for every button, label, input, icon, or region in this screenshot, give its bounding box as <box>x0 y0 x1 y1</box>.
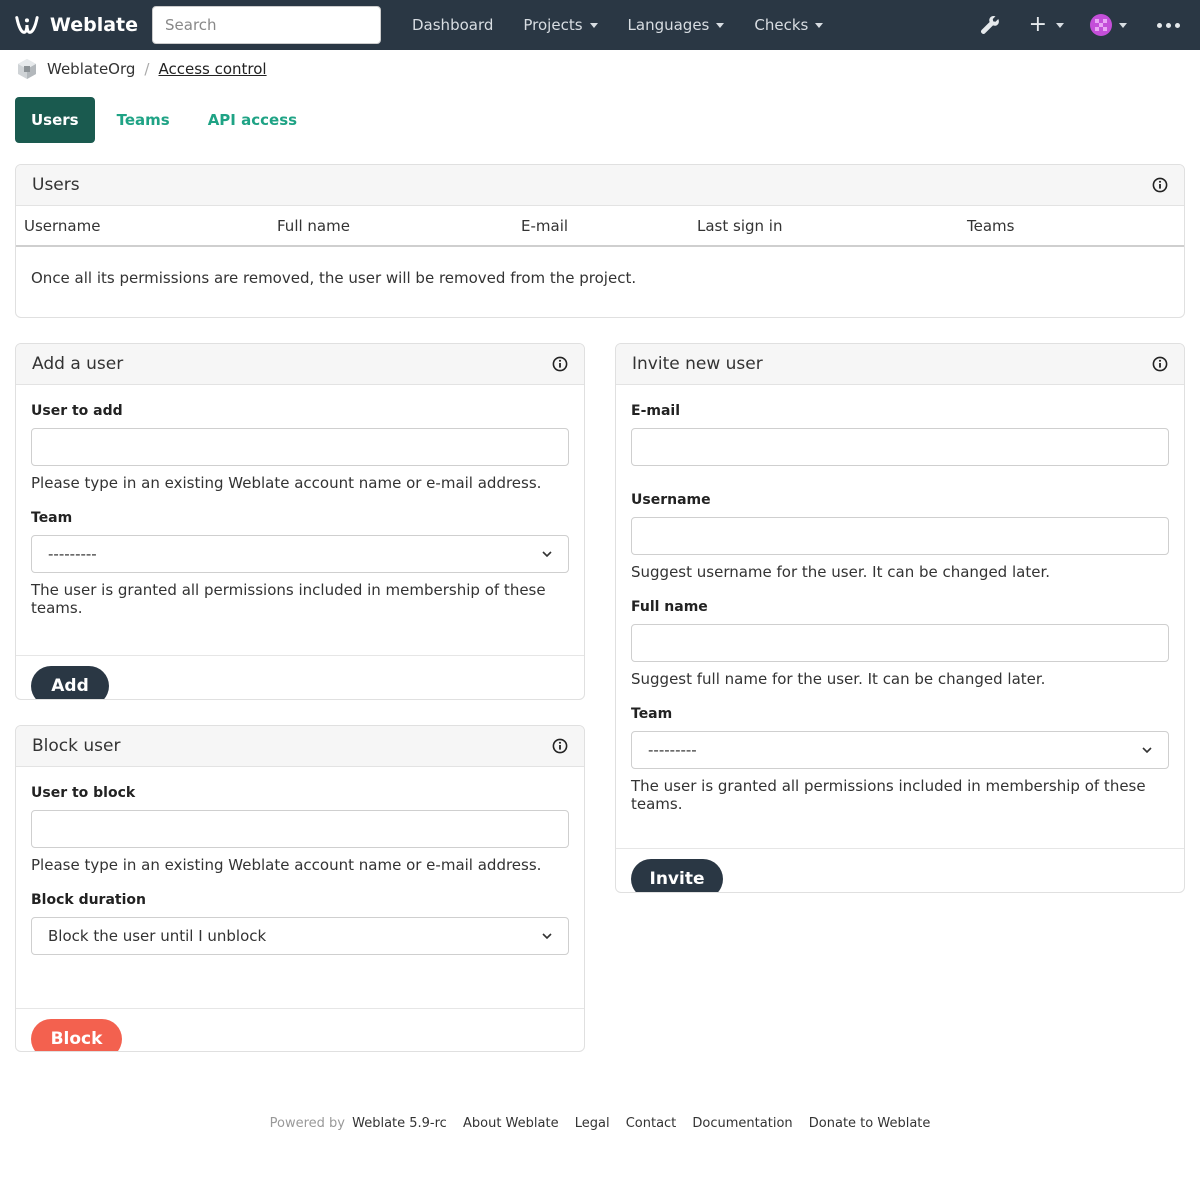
info-icon[interactable] <box>1152 177 1168 193</box>
footer-link-legal[interactable]: Legal <box>575 1116 610 1131</box>
users-card-title: Users <box>32 175 80 195</box>
column-header-username[interactable]: Username <box>24 217 277 235</box>
caret-down-icon <box>716 22 725 28</box>
footer-powered-by: Powered by <box>269 1116 345 1131</box>
wrench-icon[interactable] <box>979 14 1001 36</box>
footer-link-donate[interactable]: Donate to Weblate <box>809 1116 931 1131</box>
column-header-teams[interactable]: Teams <box>967 217 1014 235</box>
footer-link-contact[interactable]: Contact <box>626 1116 677 1131</box>
block-duration-label: Block duration <box>31 892 146 908</box>
weblate-logo-icon <box>15 16 39 34</box>
user-to-add-input[interactable] <box>31 428 569 466</box>
block-user-title: Block user <box>32 736 121 756</box>
team-label: Team <box>31 510 73 526</box>
invite-username-help: Suggest username for the user. It can be… <box>631 563 1051 581</box>
add-user-card: Add a user User to add Please type in an… <box>15 343 585 700</box>
nav-dashboard[interactable]: Dashboard <box>397 16 508 34</box>
user-to-block-help: Please type in an existing Weblate accou… <box>31 856 542 874</box>
search-placeholder: Search <box>165 16 217 34</box>
nav-checks-label: Checks <box>754 16 809 34</box>
chevron-down-icon <box>542 551 552 557</box>
invite-email-label: E-mail <box>631 403 681 419</box>
invite-email-input[interactable] <box>631 428 1169 466</box>
invite-team-select[interactable]: --------- <box>631 731 1169 769</box>
caret-down-icon <box>589 22 598 28</box>
footer-version-link[interactable]: Weblate 5.9-rc <box>352 1116 447 1131</box>
invite-fullname-label: Full name <box>631 599 708 615</box>
invite-username-input[interactable] <box>631 517 1169 555</box>
invite-username-label: Username <box>631 492 711 508</box>
invite-team-help: The user is granted all permissions incl… <box>631 777 1146 813</box>
user-to-block-label: User to block <box>31 785 136 801</box>
invite-fullname-help: Suggest full name for the user. It can b… <box>631 670 1046 688</box>
column-header-last-sign-in[interactable]: Last sign in <box>697 217 967 235</box>
add-user-title: Add a user <box>32 354 124 374</box>
tab-api-access-label: API access <box>207 111 298 129</box>
top-navbar: Weblate Search Dashboard Projects Langua… <box>0 0 1200 50</box>
team-help: The user is granted all permissions incl… <box>31 581 546 617</box>
user-to-add-help: Please type in an existing Weblate accou… <box>31 474 542 492</box>
user-to-block-input[interactable] <box>31 810 569 848</box>
tab-api-access[interactable]: API access <box>192 97 313 143</box>
chevron-down-icon <box>1142 747 1152 753</box>
invite-team-label: Team <box>631 706 673 722</box>
organization-icon <box>18 59 36 79</box>
search-input[interactable]: Search <box>152 6 381 44</box>
users-table-header: Username Full name E-mail Last sign in T… <box>16 206 1184 247</box>
add-button[interactable]: Add <box>31 666 109 699</box>
tab-users[interactable]: Users <box>15 97 95 143</box>
user-menu[interactable] <box>1090 14 1127 36</box>
tab-teams[interactable]: Teams <box>101 97 186 143</box>
tab-teams-label: Teams <box>116 111 170 129</box>
invite-user-title: Invite new user <box>632 354 763 374</box>
chevron-down-icon <box>542 933 552 939</box>
block-button[interactable]: Block <box>31 1019 122 1051</box>
nav-dashboard-label: Dashboard <box>412 16 494 34</box>
tab-users-label: Users <box>31 111 79 129</box>
page-footer: Powered by Weblate 5.9-rc About Weblate … <box>0 1116 1200 1131</box>
block-user-card: Block user User to block Please type in … <box>15 725 585 1052</box>
access-tabs: Users Teams API access <box>15 97 313 143</box>
caret-down-icon <box>1056 22 1064 28</box>
footer-link-documentation[interactable]: Documentation <box>692 1116 792 1131</box>
invite-team-select-value: --------- <box>648 741 697 759</box>
info-icon[interactable] <box>552 738 568 754</box>
more-icon[interactable] <box>1155 22 1182 28</box>
nav-projects[interactable]: Projects <box>508 16 612 34</box>
invite-fullname-input[interactable] <box>631 624 1169 662</box>
nav-checks[interactable]: Checks <box>739 16 838 34</box>
breadcrumb-separator: / <box>144 60 150 78</box>
brand-link[interactable]: Weblate <box>14 13 138 37</box>
column-header-email[interactable]: E-mail <box>521 217 697 235</box>
nav-languages-label: Languages <box>627 16 710 34</box>
users-removal-note: Once all its permissions are removed, th… <box>31 269 637 287</box>
invite-button[interactable]: Invite <box>631 859 723 892</box>
add-menu[interactable]: + <box>1029 14 1064 36</box>
nav-languages[interactable]: Languages <box>613 16 740 34</box>
breadcrumb-current[interactable]: Access control <box>158 60 266 78</box>
column-header-full-name[interactable]: Full name <box>277 217 521 235</box>
nav-projects-label: Projects <box>523 16 583 34</box>
users-card: Users Username Full name E-mail Last sig… <box>15 164 1185 318</box>
plus-icon: + <box>1028 12 1047 37</box>
block-duration-value: Block the user until I unblock <box>48 927 267 945</box>
footer-link-about[interactable]: About Weblate <box>463 1116 559 1131</box>
caret-down-icon <box>815 22 824 28</box>
info-icon[interactable] <box>552 356 568 372</box>
block-duration-select[interactable]: Block the user until I unblock <box>31 917 569 955</box>
avatar-icon <box>1090 14 1112 36</box>
info-icon[interactable] <box>1152 356 1168 372</box>
team-select-value: --------- <box>48 545 97 563</box>
caret-down-icon <box>1119 22 1127 28</box>
brand-name: Weblate <box>49 14 138 36</box>
invite-user-card: Invite new user E-mail Username Suggest … <box>615 343 1185 893</box>
breadcrumb-org[interactable]: WeblateOrg <box>47 60 135 78</box>
breadcrumb: WeblateOrg / Access control <box>16 58 267 80</box>
team-select[interactable]: --------- <box>31 535 569 573</box>
user-to-add-label: User to add <box>31 403 123 419</box>
